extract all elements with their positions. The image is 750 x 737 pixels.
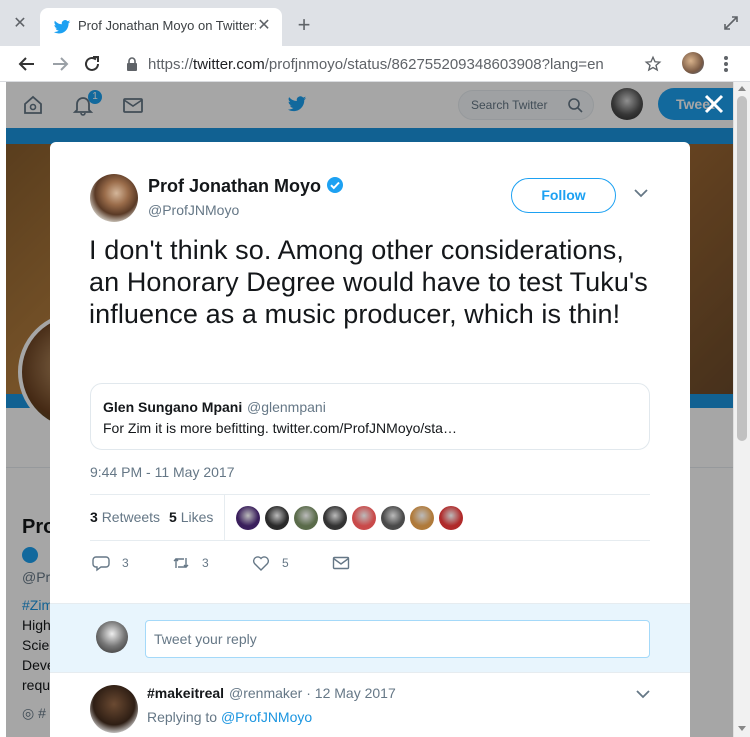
liker-avatar[interactable] [439,506,463,530]
menu-dots-icon[interactable] [716,52,736,76]
divider [90,540,650,541]
browser-toolbar: https://twitter.com/profjnmoyo/status/86… [0,46,750,82]
reply-composer: Tweet your reply [50,603,690,673]
url-text: https://twitter.com/profjnmoyo/status/86… [148,56,604,73]
verified-badge-icon [327,177,343,193]
reply-icon [92,556,110,572]
tweet-modal: Prof Jonathan Moyo @ProfJNMoyo Follow I … [50,142,690,737]
heart-icon [252,556,270,571]
reply-input[interactable]: Tweet your reply [145,620,650,658]
tab-close-icon[interactable]: ✕ [254,16,274,36]
close-icon[interactable]: ✕ [10,14,30,34]
twitter-bird-icon [53,20,71,34]
replying-to-link[interactable]: @ProfJNMoyo [221,709,312,725]
quote-author-name: Glen Sungano Mpani [103,399,243,415]
retweet-count: 3 [202,556,209,570]
tweet-timestamp[interactable]: 9:44 PM - 11 May 2017 [90,464,234,480]
retweets-stat[interactable]: 3 Retweets [90,509,160,525]
author-avatar[interactable] [90,174,138,222]
scroll-up-arrow-icon[interactable] [738,86,746,91]
address-bar[interactable]: https://twitter.com/profjnmoyo/status/86… [116,49,670,79]
replying-to: Replying to @ProfJNMoyo [147,709,313,725]
browser-tab-strip: ✕ Prof Jonathan Moyo on Twitter: "I don'… [0,0,750,46]
liker-avatar[interactable] [294,506,318,530]
tweet-text: I don't think so. Among other considerat… [89,235,648,329]
quote-text: For Zim it is more befitting. twitter.co… [103,420,457,436]
divider [90,494,650,495]
liker-avatar[interactable] [236,506,260,530]
back-arrow-icon[interactable] [14,51,40,77]
browser-profile-avatar[interactable] [682,52,704,74]
liker-avatar[interactable] [265,506,289,530]
maximize-icon[interactable] [722,14,740,32]
like-count: 5 [282,556,289,570]
reply-count: 3 [122,556,129,570]
quoted-tweet[interactable]: Glen Sungano Mpani @glenmpani For Zim it… [90,383,650,450]
reply-author-name[interactable]: #makeitreal [147,685,224,701]
liker-avatar[interactable] [410,506,434,530]
liker-avatar[interactable] [323,506,347,530]
new-tab-button[interactable]: + [292,13,316,37]
forward-arrow-icon[interactable] [47,51,73,77]
scroll-thumb[interactable] [737,96,747,441]
close-modal-icon[interactable] [700,90,728,118]
chevron-down-icon[interactable] [634,188,648,198]
browser-tab[interactable]: Prof Jonathan Moyo on Twitter: "I don't … [40,8,282,46]
liker-avatar[interactable] [381,506,405,530]
envelope-icon [332,556,350,570]
tab-title: Prof Jonathan Moyo on Twitter: "I don't … [78,18,256,33]
divider [224,494,225,540]
lock-icon [127,57,137,71]
author-handle[interactable]: @ProfJNMoyo [148,202,239,218]
follow-button[interactable]: Follow [511,178,616,213]
bookmark-star-icon[interactable] [644,55,662,73]
page-scrollbar[interactable] [733,82,750,737]
author-name[interactable]: Prof Jonathan Moyo [148,176,321,197]
likes-stat[interactable]: 5 Likes [169,509,213,525]
reply-author-avatar[interactable] [90,685,138,733]
quote-author-handle: @glenmpani [247,399,326,415]
liker-avatar[interactable] [352,506,376,530]
current-user-avatar [96,621,128,653]
reply-tweet[interactable]: #makeitreal @renmaker · 12 May 2017 Repl… [50,673,690,737]
scroll-down-arrow-icon[interactable] [738,726,746,731]
reply-author-handle[interactable]: @renmaker · 12 May 2017 [229,685,396,701]
chevron-down-icon[interactable] [636,689,650,699]
retweet-icon [173,558,189,568]
reload-icon[interactable] [79,51,105,77]
